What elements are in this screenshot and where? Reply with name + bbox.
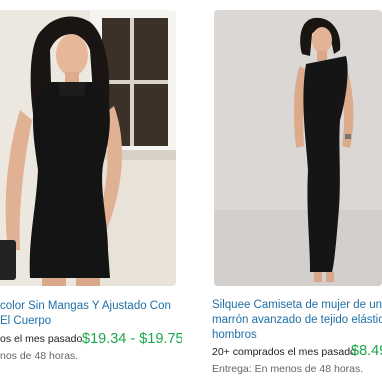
product-card[interactable]: Silquee Camiseta de mujer de uni marrón …: [212, 0, 382, 382]
purchases-last-month: os el mes pasado: [0, 333, 83, 345]
product-photo-graphic: [0, 10, 176, 286]
product-card[interactable]: color Sin Mangas Y Ajustado Con El Cuerp…: [0, 0, 182, 382]
product-photo-graphic: [214, 10, 382, 286]
product-title-link[interactable]: color Sin Mangas Y Ajustado Con El Cuerp…: [0, 299, 182, 329]
product-image[interactable]: [214, 10, 382, 286]
delivery-info: Entrega: En menos de 48 horas.: [212, 363, 364, 375]
product-image[interactable]: [0, 10, 176, 286]
product-title-link[interactable]: Silquee Camiseta de mujer de uni marrón …: [212, 298, 382, 343]
purchases-last-month: 20+ comprados el mes pasado: [212, 346, 356, 358]
price-range: $19.34 - $19.75: [82, 331, 182, 347]
price: $8.49: [351, 343, 382, 359]
delivery-info: nos de 48 horas.: [0, 350, 79, 362]
product-grid: color Sin Mangas Y Ajustado Con El Cuerp…: [0, 0, 382, 382]
